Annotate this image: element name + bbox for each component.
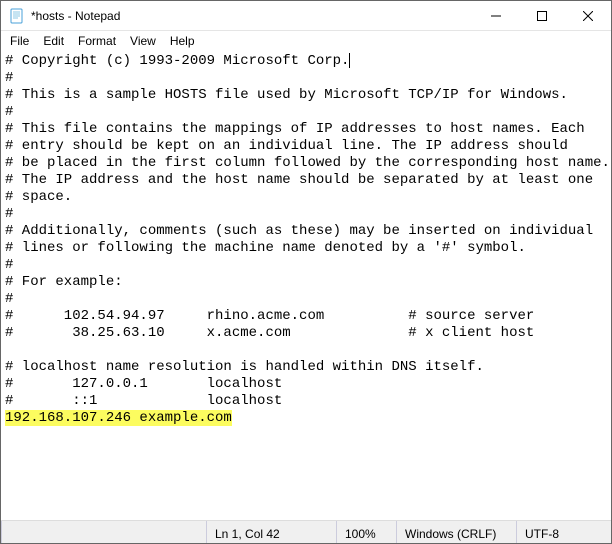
minimize-button[interactable] [473,1,519,30]
editor-content[interactable]: # Copyright (c) 1993-2009 Microsoft Corp… [5,53,607,427]
status-spacer [1,521,206,543]
text-editor[interactable]: # Copyright (c) 1993-2009 Microsoft Corp… [1,51,611,520]
notepad-icon [9,8,25,24]
menu-view[interactable]: View [123,32,163,50]
maximize-button[interactable] [519,1,565,30]
menu-help[interactable]: Help [163,32,202,50]
status-line-ending: Windows (CRLF) [396,521,516,543]
menu-edit[interactable]: Edit [36,32,71,50]
status-bar: Ln 1, Col 42 100% Windows (CRLF) UTF-8 [1,520,611,543]
title-bar: *hosts - Notepad [1,1,611,31]
highlighted-text: 192.168.107.246 example.com [5,410,232,426]
menu-file[interactable]: File [3,32,36,50]
window-controls [473,1,611,30]
close-button[interactable] [565,1,611,30]
text-caret [349,53,350,68]
text-middle: # # This is a sample HOSTS file used by … [5,70,610,409]
status-encoding: UTF-8 [516,521,611,543]
text-before-caret: # Copyright (c) 1993-2009 Microsoft Corp… [5,53,349,69]
menu-format[interactable]: Format [71,32,123,50]
status-position: Ln 1, Col 42 [206,521,336,543]
status-zoom: 100% [336,521,396,543]
menu-bar: File Edit Format View Help [1,31,611,51]
window-title: *hosts - Notepad [31,9,473,23]
